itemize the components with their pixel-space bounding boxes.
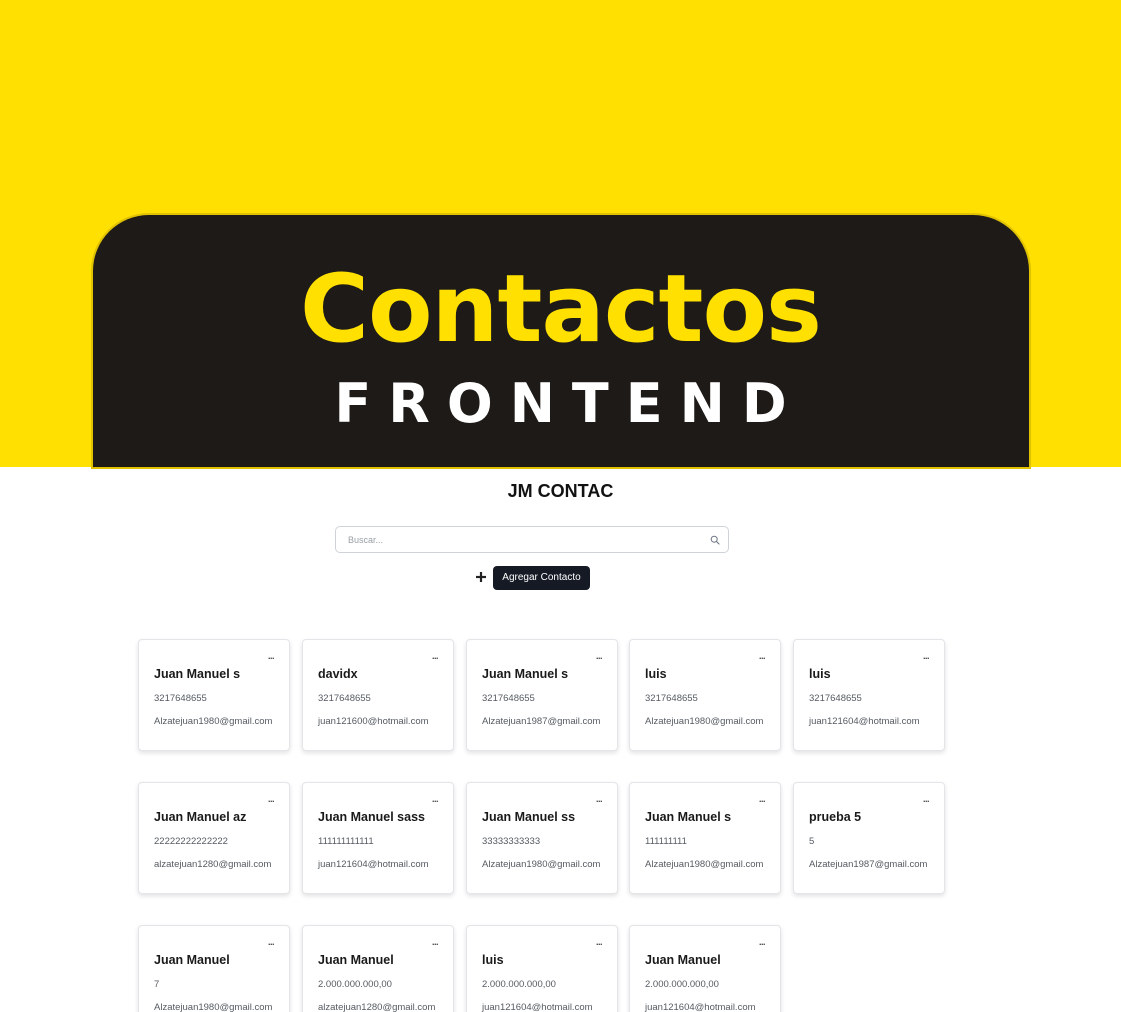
more-options-icon[interactable]: ...: [923, 795, 930, 804]
contact-phone: 33333333333: [482, 836, 541, 847]
contact-phone: 2.000.000.000,00: [645, 979, 719, 990]
contact-name: Juan Manuel: [318, 953, 394, 967]
contact-card[interactable]: ... Juan Manuel az 22222222222222 alzatejua…: [138, 782, 290, 894]
more-options-icon[interactable]: ...: [596, 938, 603, 947]
contact-email: Alzatejuan1987@gmail.com: [809, 859, 928, 870]
banner-subtitle: FRONTEND: [334, 372, 804, 435]
contact-email: juan121600@hotmail.com: [318, 716, 429, 727]
contact-email: alzatejuan1280@gmail.com: [154, 859, 272, 870]
page: Contactos FRONTEND JM CONTAC Agregar Con…: [0, 0, 1121, 1012]
contact-phone: 3217648655: [482, 693, 535, 704]
hero-banner: Contactos FRONTEND: [0, 0, 1121, 467]
more-options-icon[interactable]: ...: [596, 795, 603, 804]
contact-card[interactable]: ... luis 3217648655 Alzatejuan1980@gmail.co…: [629, 639, 781, 751]
contact-phone: 3217648655: [645, 693, 698, 704]
contact-phone: 111111111111: [318, 836, 374, 847]
contact-card[interactable]: ... prueba 5 5 Alzatejuan1987@gmail.com: [793, 782, 945, 894]
contact-card[interactable]: ... davidx 3217648655 juan121600@hotmail.co…: [302, 639, 454, 751]
contact-email: juan121604@hotmail.com: [809, 716, 920, 727]
contact-name: Juan Manuel az: [154, 810, 247, 824]
contact-name: Juan Manuel sass: [318, 810, 425, 824]
contact-phone: 22222222222222: [154, 836, 228, 847]
more-options-icon[interactable]: ...: [596, 652, 603, 661]
search-icon[interactable]: [710, 535, 720, 545]
contact-email: Alzatejuan1980@gmail.com: [645, 716, 764, 727]
contact-card[interactable]: ... Juan Manuel ss 33333333333 Alzatejuan19…: [466, 782, 618, 894]
more-options-icon[interactable]: ...: [432, 938, 439, 947]
contact-card[interactable]: ... Juan Manuel 2.000.000.000,00 alzatejuan…: [302, 925, 454, 1012]
contact-email: Alzatejuan1980@gmail.com: [154, 716, 273, 727]
contact-email: juan121604@hotmail.com: [645, 1002, 756, 1012]
contact-name: Juan Manuel: [645, 953, 721, 967]
search-input[interactable]: [336, 527, 708, 552]
app-title: JM CONTAC: [507, 481, 614, 501]
contact-phone: 3217648655: [318, 693, 371, 704]
contact-phone: 2.000.000.000,00: [482, 979, 556, 990]
contact-name: davidx: [318, 667, 358, 681]
contact-card[interactable]: ... Juan Manuel sass 111111111111 juan12160…: [302, 782, 454, 894]
contact-phone: 7: [154, 979, 160, 990]
contact-card[interactable]: ... Juan Manuel s 3217648655 Alzatejuan1987…: [466, 639, 618, 751]
plus-icon[interactable]: [475, 570, 487, 584]
contact-phone: 2.000.000.000,00: [318, 979, 392, 990]
more-options-icon[interactable]: ...: [432, 652, 439, 661]
contact-email: Alzatejuan1980@gmail.com: [645, 859, 764, 870]
contact-card[interactable]: ... Juan Manuel 2.000.000.000,00 juan121604…: [629, 925, 781, 1012]
contact-phone: 111111111: [645, 836, 687, 847]
add-contact-button[interactable]: Agregar Contacto: [493, 566, 590, 590]
more-options-icon[interactable]: ...: [268, 938, 275, 947]
more-options-icon[interactable]: ...: [759, 795, 766, 804]
contact-phone: 3217648655: [809, 693, 862, 704]
contact-phone: 5: [809, 836, 815, 847]
contact-phone: 3217648655: [154, 693, 207, 704]
more-options-icon[interactable]: ...: [923, 652, 930, 661]
more-options-icon[interactable]: ...: [268, 795, 275, 804]
contact-name: Juan Manuel ss: [482, 810, 576, 824]
contact-name: prueba 5: [809, 810, 862, 824]
contact-email: juan121604@hotmail.com: [318, 859, 429, 870]
banner-title: Contactos: [299, 255, 822, 364]
contact-card[interactable]: ... Juan Manuel s 3217648655 Alzatejuan1980…: [138, 639, 290, 751]
contact-name: Juan Manuel s: [645, 810, 732, 824]
contact-email: juan121604@hotmail.com: [482, 1002, 593, 1012]
contact-email: Alzatejuan1980@gmail.com: [482, 859, 601, 870]
more-options-icon[interactable]: ...: [268, 652, 275, 661]
contact-card[interactable]: ... Juan Manuel 7 Alzatejuan1980@gmail.com: [138, 925, 290, 1012]
more-options-icon[interactable]: ...: [432, 795, 439, 804]
contact-email: Alzatejuan1980@gmail.com: [154, 1002, 273, 1012]
search-bar: [335, 526, 729, 553]
more-options-icon[interactable]: ...: [759, 652, 766, 661]
contact-card[interactable]: ... luis 2.000.000.000,00 juan121604@hotmai…: [466, 925, 618, 1012]
contact-card[interactable]: ... luis 3217648655 juan121604@hotmail.com: [793, 639, 945, 751]
more-options-icon[interactable]: ...: [759, 938, 766, 947]
contact-name: luis: [645, 667, 667, 681]
contact-email: Alzatejuan1987@gmail.com: [482, 716, 601, 727]
contact-name: Juan Manuel: [154, 953, 230, 967]
contact-name: luis: [809, 667, 831, 681]
contact-name: luis: [482, 953, 504, 967]
contact-name: Juan Manuel s: [482, 667, 569, 681]
contact-name: Juan Manuel s: [154, 667, 241, 681]
contact-card[interactable]: ... Juan Manuel s 111111111 Alzatejuan1980@…: [629, 782, 781, 894]
contact-email: alzatejuan1280@gmail.com: [318, 1002, 436, 1012]
